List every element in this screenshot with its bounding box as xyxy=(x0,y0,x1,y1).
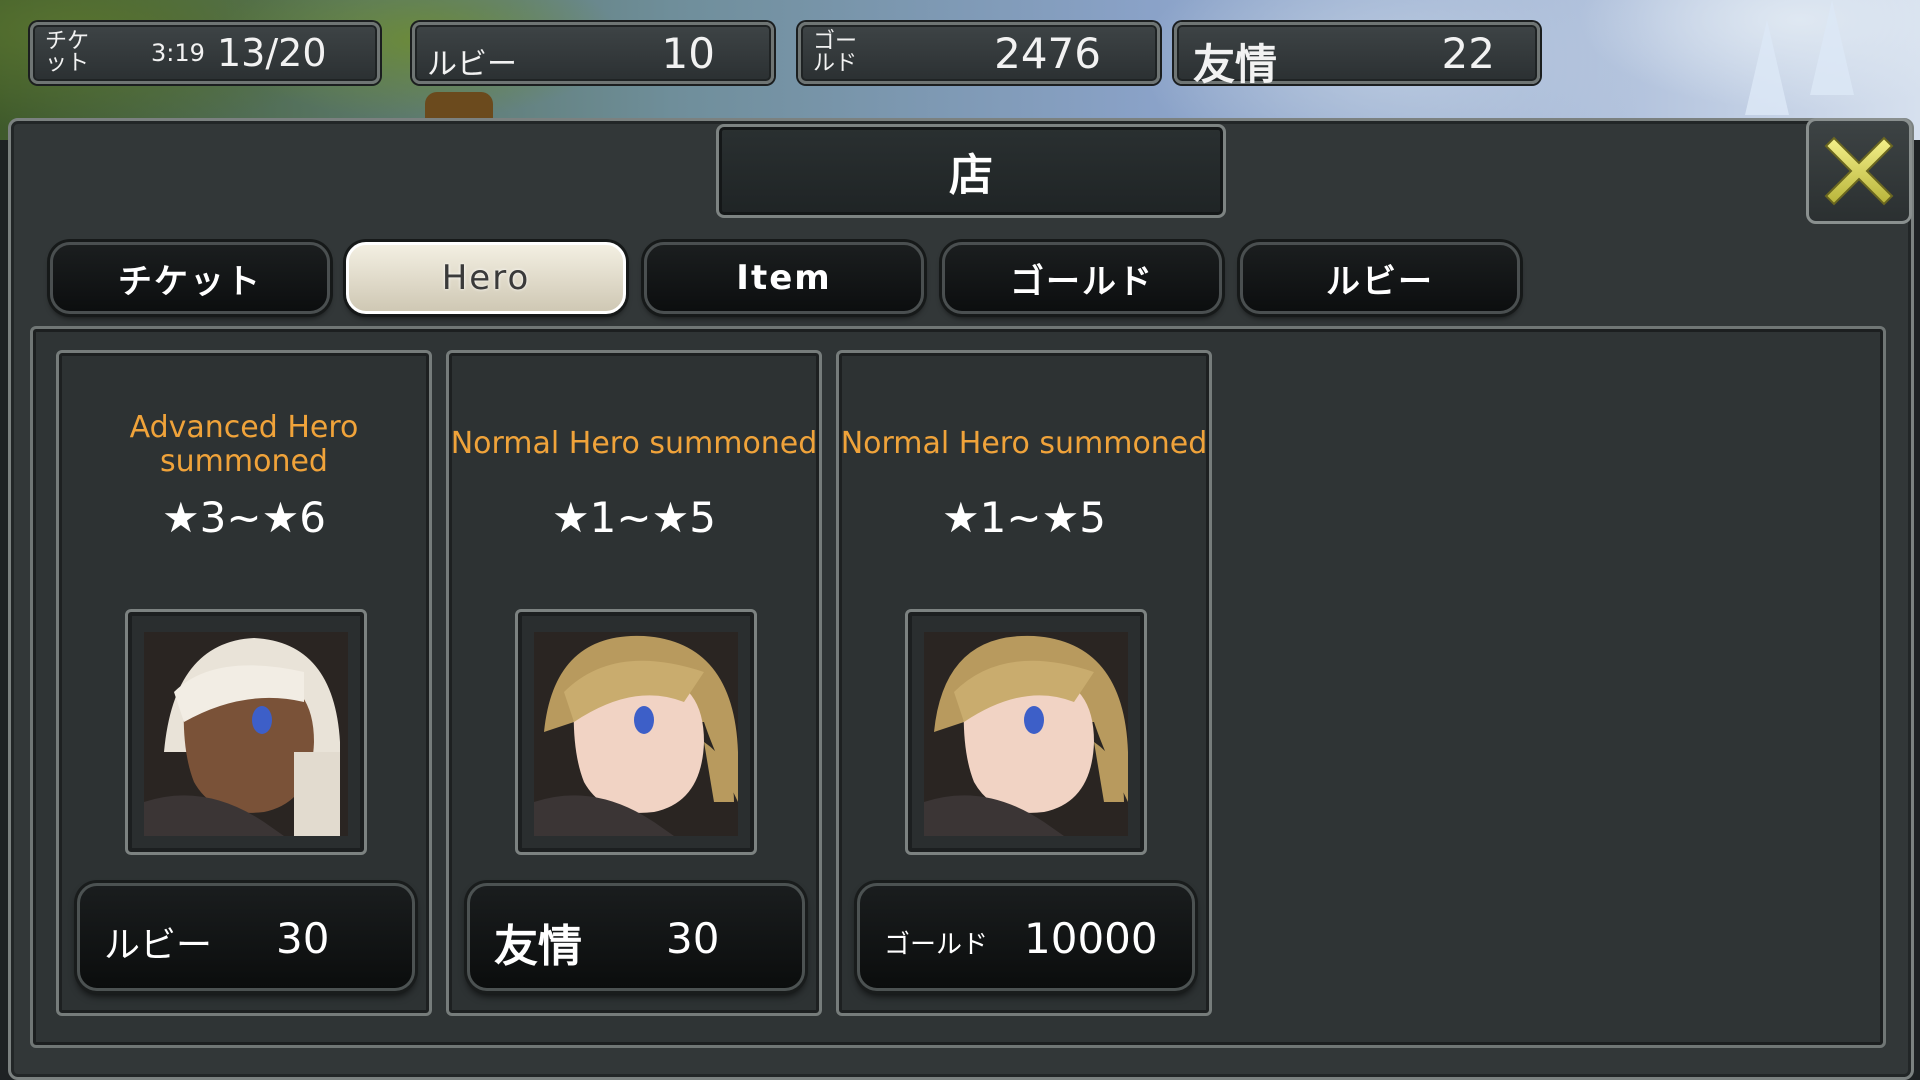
tab-ticket[interactable]: チケット xyxy=(50,242,330,314)
background-character xyxy=(425,92,493,118)
ticket-label: チケット xyxy=(45,29,90,76)
star-range: ★1~★5 xyxy=(942,493,1106,542)
friendship-value: 22 xyxy=(1441,29,1495,78)
ticket-counter: チケット 3:19 13/20 xyxy=(30,22,380,84)
shop-title-text: 店 xyxy=(949,150,993,201)
castle-spire xyxy=(1810,0,1854,95)
castle-spire xyxy=(1745,20,1789,115)
tab-gold[interactable]: ゴールド xyxy=(942,242,1222,314)
summon-card-normal-gold: Normal Hero summoned ★1~★5 ゴールド 10000 xyxy=(836,350,1212,1016)
hero-portrait xyxy=(905,609,1147,855)
card-title: Advanced Hero summoned xyxy=(129,410,359,479)
star-range: ★3~★6 xyxy=(162,493,326,542)
hero-portrait xyxy=(125,609,367,855)
ruby-counter: ルビー 10 xyxy=(412,22,774,84)
blonde-hair-hero-portrait xyxy=(924,632,1128,836)
friendship-counter: 友情 22 xyxy=(1174,22,1540,89)
tab-ruby[interactable]: ルビー xyxy=(1240,242,1520,314)
tab-ruby-label: ルビー xyxy=(1326,261,1434,302)
price-currency: ゴールド xyxy=(884,930,989,960)
buy-button-friendship[interactable]: 友情 30 xyxy=(467,883,805,991)
tab-item-label: Item xyxy=(736,258,832,298)
close-button[interactable] xyxy=(1806,118,1912,224)
buy-button-ruby[interactable]: ルビー 30 xyxy=(77,883,415,991)
gold-label: ゴールド xyxy=(813,29,858,76)
friendship-label: 友情 xyxy=(1193,40,1278,89)
white-hair-hero-portrait xyxy=(144,632,348,836)
ticket-value: 13/20 xyxy=(217,31,327,75)
ruby-label: ルビー xyxy=(427,47,517,82)
blonde-hair-hero-portrait xyxy=(534,632,738,836)
gold-value: 2476 xyxy=(994,29,1101,78)
price-amount: 10000 xyxy=(1024,914,1158,963)
ruby-value: 10 xyxy=(661,29,715,78)
price-amount: 30 xyxy=(666,914,720,963)
gold-counter: ゴールド 2476 xyxy=(798,22,1160,84)
price-amount: 30 xyxy=(276,914,330,963)
price-currency: 友情 xyxy=(494,921,582,972)
tab-gold-label: ゴールド xyxy=(1010,261,1154,302)
ticket-timer: 3:19 xyxy=(151,39,205,67)
shop-title: 店 xyxy=(716,124,1226,218)
tab-ticket-label: チケット xyxy=(118,261,262,302)
card-title: Normal Hero summoned xyxy=(840,426,1208,461)
card-title: Normal Hero summoned xyxy=(450,426,818,461)
tab-hero[interactable]: Hero xyxy=(346,242,626,314)
close-x-icon xyxy=(1824,136,1894,206)
summon-card-advanced: Advanced Hero summoned ★3~★6 ルビー 30 xyxy=(56,350,432,1016)
buy-button-gold[interactable]: ゴールド 10000 xyxy=(857,883,1195,991)
summon-card-normal-friendship: Normal Hero summoned ★1~★5 友情 30 xyxy=(446,350,822,1016)
hero-portrait xyxy=(515,609,757,855)
tab-item[interactable]: Item xyxy=(644,242,924,314)
tab-hero-label: Hero xyxy=(441,258,531,298)
price-currency: ルビー xyxy=(104,925,213,966)
star-range: ★1~★5 xyxy=(552,493,716,542)
